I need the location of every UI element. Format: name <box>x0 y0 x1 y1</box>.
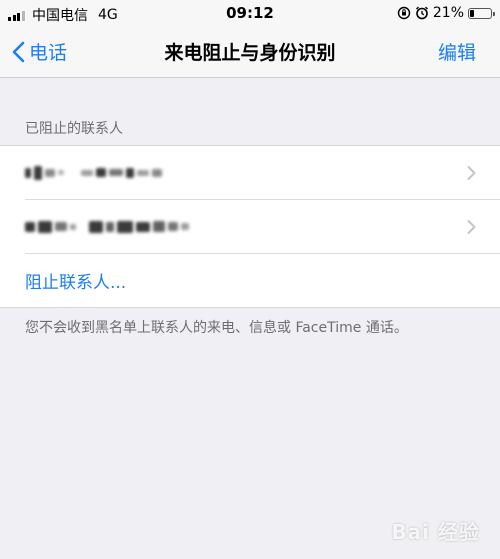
phone-screen: 中国电信 4G 09:12 21% 电话 来电阻止与身份识别 编辑 已阻止的联系… <box>0 0 500 559</box>
blocked-contact-row[interactable] <box>25 146 500 200</box>
section-header-blocked: 已阻止的联系人 <box>25 121 123 137</box>
blocked-contacts-list: 阻止联系人... <box>0 145 500 308</box>
battery-icon <box>468 7 495 19</box>
screen-rotation-lock-icon <box>397 6 411 20</box>
blocking-info-note: 您不会收到黑名单上联系人的来电、信息或 FaceTime 通话。 <box>25 320 408 336</box>
battery-level <box>470 9 474 17</box>
chevron-right-icon <box>467 219 476 234</box>
status-right: 21% <box>397 5 495 21</box>
chevron-right-icon <box>467 165 476 180</box>
page-title: 来电阻止与身份识别 <box>164 42 336 64</box>
blurred-contact-name <box>25 217 192 237</box>
blurred-contact-name <box>25 163 165 183</box>
battery-percent: 21% <box>432 5 464 21</box>
top-bar: 中国电信 4G 09:12 21% 电话 来电阻止与身份识别 编辑 <box>0 0 500 78</box>
status-bar: 中国电信 4G 09:12 21% <box>0 0 500 28</box>
blocked-contact-row[interactable] <box>25 200 500 254</box>
block-contact-button[interactable]: 阻止联系人... <box>25 254 500 307</box>
navigation-bar: 电话 来电阻止与身份识别 编辑 <box>0 30 500 74</box>
baidu-jingyan-watermark: Bai 经验 <box>391 520 480 544</box>
edit-button[interactable]: 编辑 <box>438 38 476 65</box>
alarm-icon <box>415 6 429 20</box>
